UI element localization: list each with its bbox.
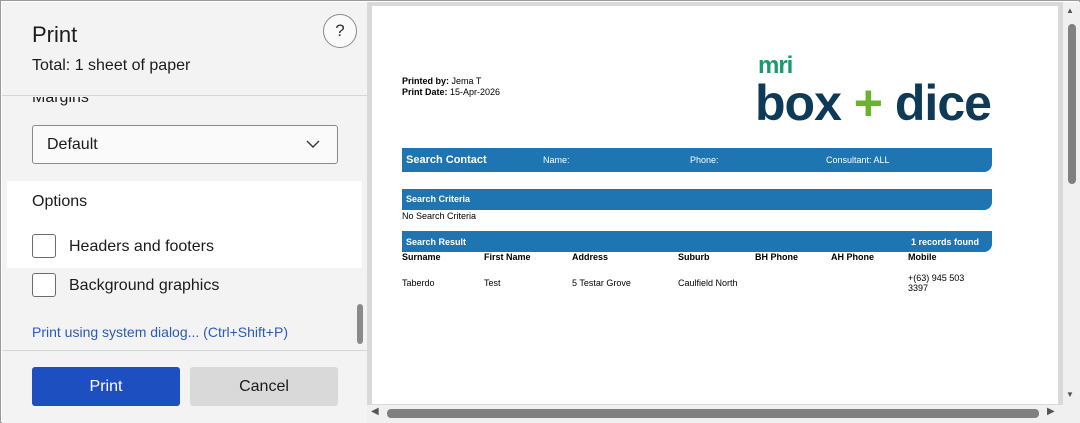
scroll-down-arrow-icon[interactable]: ▼ bbox=[1066, 390, 1074, 399]
print-date-label: Print Date: bbox=[402, 87, 448, 97]
margins-select[interactable]: Default bbox=[32, 125, 338, 164]
col-bh-phone: BH Phone bbox=[755, 252, 799, 262]
preview-vertical-scroll-thumb[interactable] bbox=[1068, 24, 1076, 184]
preview-horizontal-scroll-thumb[interactable] bbox=[387, 409, 1039, 418]
cell-suburb: Caulfield North bbox=[678, 278, 738, 288]
sheet-count: Total: 1 sheet of paper bbox=[32, 57, 191, 74]
panel-footer: Print Cancel bbox=[2, 350, 367, 423]
system-dialog-link[interactable]: Print using system dialog... (Ctrl+Shift… bbox=[32, 324, 288, 340]
cell-surname: Taberdo bbox=[402, 278, 435, 288]
box-dice-logo: box + dice bbox=[755, 75, 992, 131]
settings-scrollbar-thumb[interactable] bbox=[357, 304, 363, 344]
print-settings-panel: Print Total: 1 sheet of paper ? Margins … bbox=[2, 2, 367, 423]
search-criteria-title: Search Criteria bbox=[406, 194, 471, 204]
scroll-right-arrow-icon[interactable]: ▶ bbox=[1047, 406, 1055, 417]
scroll-left-arrow-icon[interactable]: ◀ bbox=[371, 406, 379, 417]
name-label: Name: bbox=[543, 155, 570, 165]
record-count: 1 records found bbox=[911, 237, 980, 247]
background-graphics-checkbox[interactable] bbox=[32, 273, 56, 297]
consultant-label: Consultant: ALL bbox=[826, 155, 890, 165]
headers-footers-label[interactable]: Headers and footers bbox=[69, 238, 214, 256]
scroll-up-arrow-icon[interactable]: ▲ bbox=[1066, 6, 1074, 15]
col-address: Address bbox=[572, 252, 609, 262]
printed-by-value: Jema T bbox=[451, 76, 482, 86]
print-preview: Printed by: Jema T Print Date: 15-Apr-20… bbox=[367, 2, 1080, 423]
col-suburb: Suburb bbox=[678, 252, 710, 262]
printed-by-label: Printed by: bbox=[402, 76, 450, 86]
col-mobile: Mobile bbox=[908, 252, 937, 262]
cancel-button[interactable]: Cancel bbox=[190, 367, 338, 406]
print-button[interactable]: Print bbox=[32, 367, 180, 406]
print-date-value: 15-Apr-2026 bbox=[450, 87, 501, 97]
search-contact-bar: Search Contact Name: Phone: Consultant: … bbox=[402, 148, 992, 172]
help-button[interactable]: ? bbox=[323, 14, 357, 48]
phone-label: Phone: bbox=[690, 155, 719, 165]
search-criteria-value: No Search Criteria bbox=[402, 211, 477, 221]
search-contact-title: Search Contact bbox=[406, 154, 487, 166]
cell-address: 5 Testar Grove bbox=[572, 278, 631, 288]
col-surname: Surname bbox=[402, 252, 441, 262]
margins-select-value: Default bbox=[47, 136, 98, 153]
printed-info: Printed by: Jema T Print Date: 15-Apr-20… bbox=[402, 76, 500, 98]
print-dialog: Print Total: 1 sheet of paper ? Margins … bbox=[0, 0, 1080, 423]
settings-scroll-area[interactable]: Margins Default Options Headers and foot… bbox=[2, 97, 367, 350]
cell-mobile: +(63) 945 503 3397 bbox=[908, 273, 965, 293]
chevron-down-icon bbox=[306, 140, 320, 148]
logo-dice-text: dice bbox=[882, 75, 992, 131]
search-result-title: Search Result bbox=[406, 237, 467, 247]
cell-first-name: Test bbox=[484, 278, 501, 288]
search-criteria-bar: Search Criteria bbox=[402, 189, 992, 210]
preview-page: Printed by: Jema T Print Date: 15-Apr-20… bbox=[372, 6, 1058, 404]
margins-label: Margins bbox=[32, 97, 89, 106]
background-graphics-label[interactable]: Background graphics bbox=[69, 277, 219, 295]
headers-footers-checkbox[interactable] bbox=[32, 234, 56, 258]
dialog-title: Print bbox=[32, 22, 78, 47]
col-first-name: First Name bbox=[484, 252, 531, 262]
search-result-bar: Search Result 1 records found bbox=[402, 231, 992, 252]
logo-plus: + bbox=[853, 75, 883, 131]
logo-box-text: box bbox=[755, 75, 854, 131]
options-label: Options bbox=[32, 193, 88, 210]
panel-header: Print Total: 1 sheet of paper ? bbox=[2, 2, 367, 96]
col-ah-phone: AH Phone bbox=[831, 252, 875, 262]
